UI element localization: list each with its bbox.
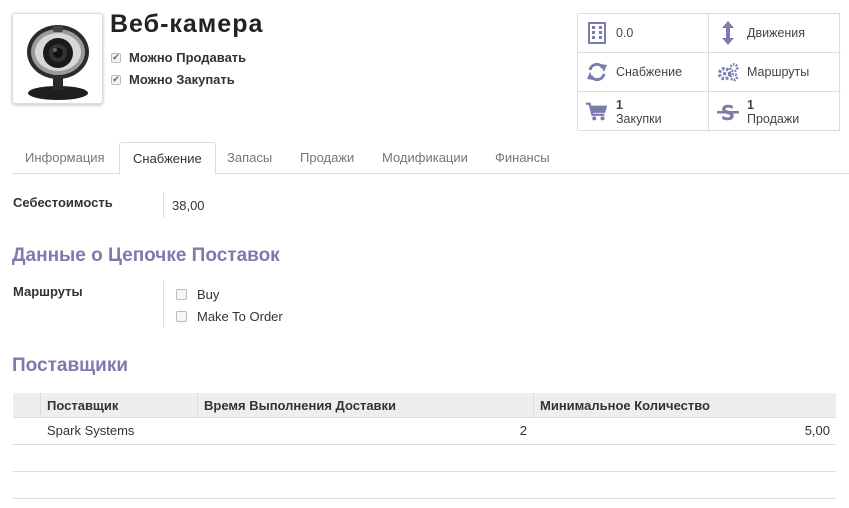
moves-label: Движения bbox=[747, 26, 806, 40]
notebook-tabs: Информация Снабжение Запасы Продажи Моди… bbox=[12, 142, 849, 175]
route-mto-label: Make To Order bbox=[197, 309, 283, 324]
can-be-sold-label: Можно Продавать bbox=[129, 50, 247, 65]
table-row-empty bbox=[13, 472, 836, 499]
product-image[interactable] bbox=[12, 13, 103, 104]
smart-buttons: 0.0 Движения Снабжение Маршруты 1 Закупк… bbox=[577, 13, 841, 132]
replenish-label: Снабжение bbox=[616, 65, 683, 79]
can-be-purchased-label: Можно Закупать bbox=[129, 72, 235, 87]
supply-chain-title: Данные о Цепочке Поставок bbox=[12, 245, 280, 266]
refresh-icon bbox=[586, 61, 608, 83]
sales-button[interactable]: S 1 Продажи bbox=[709, 92, 841, 132]
stock-value: 0.0 bbox=[616, 26, 634, 40]
tab-sales[interactable]: Продажи bbox=[287, 142, 367, 174]
lead-time-value: 2 bbox=[519, 423, 527, 438]
sales-label: Продажи bbox=[747, 112, 800, 126]
field-separator bbox=[163, 281, 164, 327]
purchases-count: 1 bbox=[616, 98, 623, 112]
suppliers-table: Поставщик Время Выполнения Доставки Мини… bbox=[13, 393, 836, 499]
cart-icon bbox=[586, 101, 608, 123]
purchases-button[interactable]: 1 Закупки bbox=[578, 92, 709, 132]
cost-value[interactable]: 38,00 bbox=[172, 198, 205, 213]
supplier-name: Spark Systems bbox=[47, 423, 135, 438]
field-separator bbox=[163, 192, 164, 218]
strikethrough-dollar-icon: S bbox=[717, 101, 739, 124]
min-qty-value: 5,00 bbox=[804, 423, 830, 438]
route-buy[interactable]: Buy bbox=[176, 287, 219, 302]
cost-label: Себестоимость bbox=[13, 195, 113, 210]
building-icon bbox=[586, 22, 608, 44]
table-header: Поставщик Время Выполнения Доставки Мини… bbox=[13, 393, 836, 418]
product-title[interactable]: Веб-камера bbox=[110, 10, 263, 39]
tab-inventory[interactable]: Запасы bbox=[214, 142, 285, 174]
sales-count: 1 bbox=[747, 98, 754, 112]
table-row-empty bbox=[13, 445, 836, 472]
purchases-label: Закупки bbox=[616, 112, 662, 126]
suppliers-title: Поставщики bbox=[12, 355, 129, 376]
route-buy-label: Buy bbox=[197, 287, 220, 302]
moves-button[interactable]: Движения bbox=[709, 14, 841, 53]
webcam-image bbox=[27, 25, 89, 100]
routes-label: Маршруты bbox=[747, 65, 810, 79]
vertical-arrows-icon bbox=[717, 21, 739, 45]
replenish-button[interactable]: Снабжение bbox=[578, 53, 709, 92]
route-buy-checkbox[interactable] bbox=[176, 289, 187, 300]
column-supplier[interactable]: Поставщик bbox=[40, 393, 118, 418]
route-mto-checkbox[interactable] bbox=[176, 311, 187, 322]
tab-procurement[interactable]: Снабжение bbox=[119, 142, 216, 175]
gears-icon bbox=[717, 61, 739, 83]
routes-field-label: Маршруты bbox=[13, 284, 83, 299]
route-make-to-order[interactable]: Make To Order bbox=[176, 309, 283, 324]
column-lead-time[interactable]: Время Выполнения Доставки bbox=[197, 393, 396, 418]
stock-button[interactable]: 0.0 bbox=[578, 14, 709, 53]
table-row[interactable]: Spark Systems 2 5,00 bbox=[13, 418, 836, 445]
tab-accounting[interactable]: Финансы bbox=[482, 142, 563, 174]
can-be-purchased-checkbox[interactable]: ✔ bbox=[111, 74, 121, 85]
can-be-sold-flag[interactable]: ✔ Можно Продавать bbox=[111, 50, 246, 65]
can-be-purchased-flag[interactable]: ✔ Можно Закупать bbox=[111, 72, 235, 87]
can-be-sold-checkbox[interactable]: ✔ bbox=[111, 52, 121, 63]
tab-variants[interactable]: Модификации bbox=[369, 142, 481, 174]
tab-information[interactable]: Информация bbox=[12, 142, 118, 174]
routes-button[interactable]: Маршруты bbox=[709, 53, 841, 92]
column-min-qty[interactable]: Минимальное Количество bbox=[533, 393, 710, 418]
